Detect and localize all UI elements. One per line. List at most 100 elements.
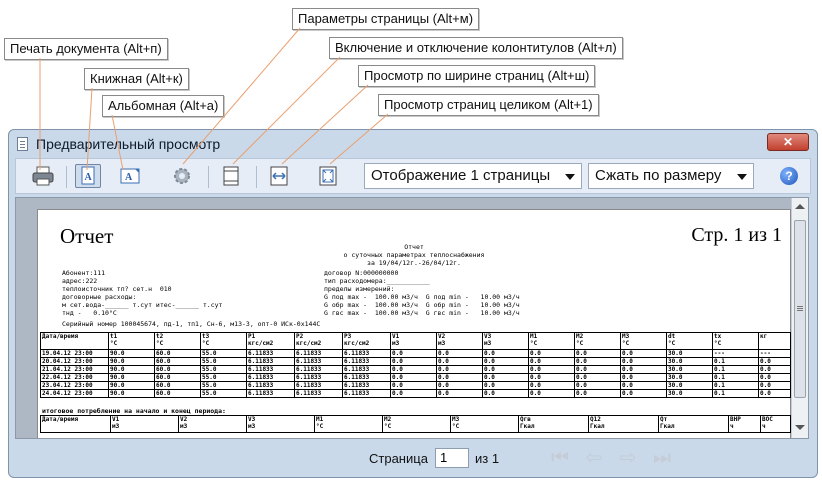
table-row: 24.04.12 23:00 90.0 60.0 55.0 6.11833 6.11833… [40,389,791,398]
whole-page-button[interactable] [315,164,341,188]
toolbar-separator [256,166,257,188]
last-page-icon[interactable]: ⏭ [651,448,673,468]
callout-header-footer: Включение и отключение колонтитулов (Alt… [329,37,623,59]
table-row: 23.04.12 23:00 90.0 60.0 55.0 6.11833 6.11833… [40,381,791,390]
table-cell: 0.0 [758,365,791,374]
portrait-button[interactable]: A [75,164,101,188]
report-footer-note: итоговое потребление на начало и конец п… [42,407,226,415]
table-cell: 60.0 [154,365,201,374]
table-cell: 55.0 [200,365,247,374]
scrollbar-thumb[interactable] [794,220,806,398]
toolbar: A A Отображение 1 страницы Сжать по разм… [15,158,811,194]
table-cell: 20.04.12 23:00 [40,357,109,366]
page-number-label: Страница [369,451,428,466]
table-cell: 30.0 [666,349,713,358]
report-info-left: Абонент:111 адрес:222 теплоисточник тп? … [62,269,223,317]
table-cell: 0.0 [528,381,575,390]
table-cell: 6.11833 [246,357,295,366]
report-data-table: Дата/время t1 °С t2 °С t3 °С P1 кгс/см2 P2 кг… [40,332,791,398]
report-serial-line: Серийный номер 100045674, пд-1, тп1, Сн-… [62,320,321,328]
table-cell: 90.0 [108,357,155,366]
first-page-icon[interactable]: ⏮ [549,448,571,468]
landscape-button[interactable]: A [118,164,144,188]
table-cell: 0.0 [436,381,483,390]
callout-landscape: Альбомная (Alt+а) [102,95,225,117]
preview-area[interactable]: Отчет Стр. 1 из 1 Отчет о суточных парам… [15,197,809,439]
table-header-cell: V2 м3 [178,415,247,433]
table-cell: 6.11833 [294,365,343,374]
table-cell: 6.11833 [294,381,343,390]
pages-display-select[interactable]: Отображение 1 страницы [364,163,582,189]
table-header-cell: ВОС ч [760,415,791,433]
table-cell: 0.0 [390,365,437,374]
chevron-down-icon [565,174,575,180]
next-page-icon[interactable]: ⇨ [617,448,639,468]
table-row: 19.04.12 23:00 90.0 60.0 55.0 6.11833 6.11833… [40,349,791,358]
printer-icon [32,166,54,186]
table-cell: 0.0 [528,373,575,382]
table-cell: 22.04.12 23:00 [40,373,109,382]
table-row: 20.04.12 23:00 90.0 60.0 55.0 6.11833 6.11833… [40,357,791,366]
fit-page-icon [319,166,337,186]
table-header-cell: M2 °С [382,415,451,433]
table-cell: 0.1 [712,381,759,390]
page-width-button[interactable] [266,164,292,188]
table-cell: 0.0 [436,349,483,358]
table-cell: 30.0 [666,365,713,374]
table-cell: 6.11833 [246,373,295,382]
header-footer-button[interactable] [218,164,244,188]
table-cell: 0.0 [620,357,667,366]
page-number-input[interactable]: 1 [435,448,469,468]
table-header-cell: Дата/время [40,332,109,350]
report-heading-line: о суточных параметрах теплоснабжения [343,251,485,259]
table-cell: 6.11833 [342,365,391,374]
table-cell: 55.0 [200,373,247,382]
table-cell: 60.0 [154,373,201,382]
table-header-cell: Дата/время [40,415,111,433]
table-cell: 6.11833 [294,357,343,366]
table-cell: 6.11833 [246,389,295,398]
table-cell: 23.04.12 23:00 [40,381,109,390]
table-header-cell: t3 °С [200,332,247,350]
print-button[interactable] [30,164,56,188]
table-cell: 60.0 [154,349,201,358]
scroll-down-icon[interactable] [795,425,805,430]
table-cell: 90.0 [108,373,155,382]
document-icon [17,137,28,151]
table-header-cell: V1 м3 [390,332,437,350]
toolbar-separator [208,166,209,188]
table-header-cell: tx °С [712,332,759,350]
table-header-cell: t1 °С [108,332,155,350]
close-button[interactable]: ✕ [767,133,809,151]
table-header-cell: t2 °С [154,332,201,350]
page-setup-button[interactable] [169,164,195,188]
callout-print: Печать документа (Alt+п) [4,38,168,60]
vertical-scrollbar[interactable] [791,198,808,438]
table-row: 22.04.12 23:00 90.0 60.0 55.0 6.11833 6.11833… [40,373,791,382]
landscape-page-icon: A [120,168,140,184]
table-cell: 0.0 [436,389,483,398]
zoom-select[interactable]: Сжать по размеру [588,163,754,189]
gear-icon [174,168,190,184]
table-cell: 0.0 [758,381,791,390]
table-cell: 21.04.12 23:00 [40,365,109,374]
scroll-up-icon[interactable] [795,204,805,209]
table-cell: 0.0 [482,381,529,390]
table-cell: 0.0 [528,389,575,398]
table-cell: 0.0 [390,389,437,398]
table-cell: 30.0 [666,389,713,398]
previous-page-icon[interactable]: ⇦ [583,448,605,468]
table-cell: 0.0 [758,373,791,382]
table-cell: 0.0 [574,373,621,382]
help-icon[interactable]: ? [780,167,798,185]
window-title: Предварительный просмотр [36,136,221,152]
table-cell: 0.0 [528,365,575,374]
table-cell: 0.1 [712,373,759,382]
table-cell: 0.0 [436,365,483,374]
table-cell: 0.0 [758,357,791,366]
table-cell: 0.0 [390,349,437,358]
title-bar: Предварительный просмотр ✕ [9,130,817,158]
table-cell: 55.0 [200,381,247,390]
table-cell: --- [758,349,791,358]
table-cell: 0.0 [620,389,667,398]
